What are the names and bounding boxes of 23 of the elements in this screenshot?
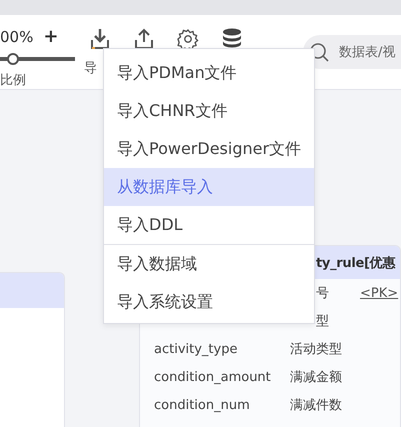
zoom-value: 00% <box>0 28 34 46</box>
download-icon[interactable] <box>90 28 110 50</box>
settings-icon[interactable] <box>177 28 199 50</box>
menu-item[interactable]: 导入系统设置 <box>104 283 314 321</box>
field-name: condition_num <box>154 398 251 412</box>
database-icon[interactable] <box>222 28 242 50</box>
zoom-in-button[interactable]: + <box>43 28 58 46</box>
menu-item[interactable]: 导入CHNR文件 <box>104 92 314 130</box>
tool-label: 导 <box>84 60 97 77</box>
field-comment: 号 <box>315 285 330 302</box>
search-field[interactable]: 数据表/视 <box>303 35 401 69</box>
field-name: condition_amount <box>154 370 272 384</box>
field-comment: 满减金额 <box>290 369 343 386</box>
upload-icon[interactable] <box>134 28 154 50</box>
field-comment: 型 <box>315 313 330 330</box>
field-comment: 满减件数 <box>290 397 343 414</box>
menu-item[interactable]: 导入数据域 <box>104 244 314 283</box>
menu-item[interactable]: 导入DDL <box>104 206 314 244</box>
zoom-label: 比例 <box>0 72 27 89</box>
field-name: activity_type <box>154 342 238 356</box>
menu-item[interactable]: 导入PowerDesigner文件 <box>104 130 314 168</box>
primary-key-label: <PK> <box>360 286 400 300</box>
field-comment: 活动类型 <box>290 341 343 358</box>
